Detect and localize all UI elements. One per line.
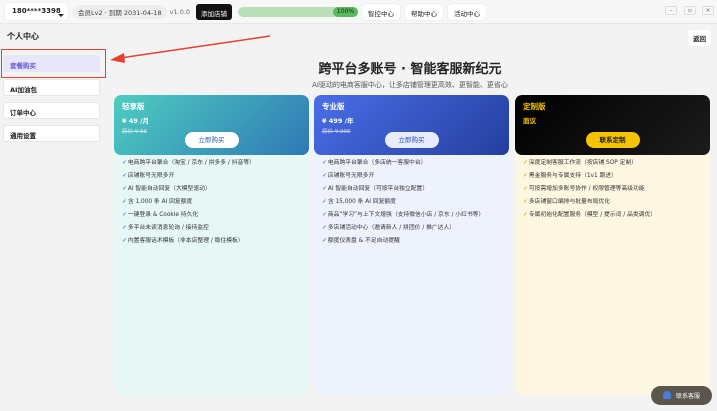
feature-item: ✓多平台未读消息轮询 / 接待监控: [122, 225, 209, 231]
feature-item: ✓店铺账号无限多开: [122, 173, 175, 179]
page-subtitle: AI驱动的电商客服中心，让多店铺管理更高效、更智能、更省心: [312, 81, 508, 89]
feature-item: ✓含 15,000 条 AI 回复额度: [322, 199, 396, 205]
feature-item: ✓内置客服话术模板（非本店整理 / 稳住模板）: [122, 238, 244, 244]
plan-card-light: 轻享版 ¥ 49 /月 原价 ¥ 69 立即购买 ✓电商跨平台聚合（淘宝 / 京…: [114, 95, 309, 395]
feature-item: ✓一键登录 & Cookie 持久化: [122, 212, 199, 218]
contact-custom-button[interactable]: 联系定制: [585, 132, 640, 148]
feature-item: ✓多店铺活动中心（邀请新人 / 拼团价 / 推广达人）: [322, 225, 456, 231]
feature-item: ✓深度定制客服工作流（按店铺 SOP 定制）: [523, 160, 638, 166]
support-agent-icon: [663, 391, 671, 399]
buy-button[interactable]: 立即购买: [384, 132, 439, 148]
plan-price: ¥ 499 /年: [322, 117, 354, 125]
feature-item: ✓额度仪表盘 & 不足自动提醒: [322, 238, 400, 244]
buy-button[interactable]: 立即购买: [184, 132, 239, 148]
page-headline: 跨平台多账号 · 智能客服新纪元: [318, 62, 502, 77]
contact-support-label: 联系客服: [676, 393, 701, 400]
feature-item: ✓电商跨平台聚合（淘宝 / 京东 / 拼多多 / 抖音等）: [122, 160, 255, 166]
plan-price: ¥ 49 /月: [122, 117, 149, 125]
feature-item: ✓AI 智能自动回复（大模型驱动）: [122, 186, 211, 192]
contact-support-button[interactable]: 联系客服: [651, 386, 712, 405]
plan-name: 专业版: [322, 102, 345, 111]
plan-card-custom: 定制版 面议 联系定制 ✓深度定制客服工作流（按店铺 SOP 定制） ✓黑金服务…: [515, 95, 710, 395]
plan-price: 面议: [523, 117, 536, 125]
feature-item: ✓可按需增加多账号协作 / 权限管理等高级功能: [523, 186, 645, 192]
feature-item: ✓专属初始化配置服务（模型 / 提示词 / 品类调优）: [523, 212, 657, 218]
plan-name: 轻享版: [122, 102, 145, 111]
feature-item: ✓AI 智能自动回复（可按平台独立配置）: [322, 186, 429, 192]
feature-item: ✓店铺账号无限多开: [322, 173, 375, 179]
back-button[interactable]: 返回: [688, 30, 711, 46]
plan-name: 定制版: [523, 102, 546, 111]
feature-item: ✓电商跨平台聚合（多店统一客服中台）: [322, 160, 427, 166]
feature-item: ✓商品“学习”与上下文增强（支持微信小店 / 京东 / 小红书等）: [322, 212, 485, 218]
feature-item: ✓多店铺窗口编排与批量布局优化: [523, 199, 611, 205]
feature-item: ✓含 1,000 条 AI 回复额度: [122, 199, 193, 205]
feature-item: ✓黑金服务与专属支持（1v1 跟进）: [523, 173, 617, 179]
plan-card-pro: 专业版 ¥ 499 /年 原价 ¥ 999 立即购买 ✓电商跨平台聚合（多店统一…: [314, 95, 509, 395]
